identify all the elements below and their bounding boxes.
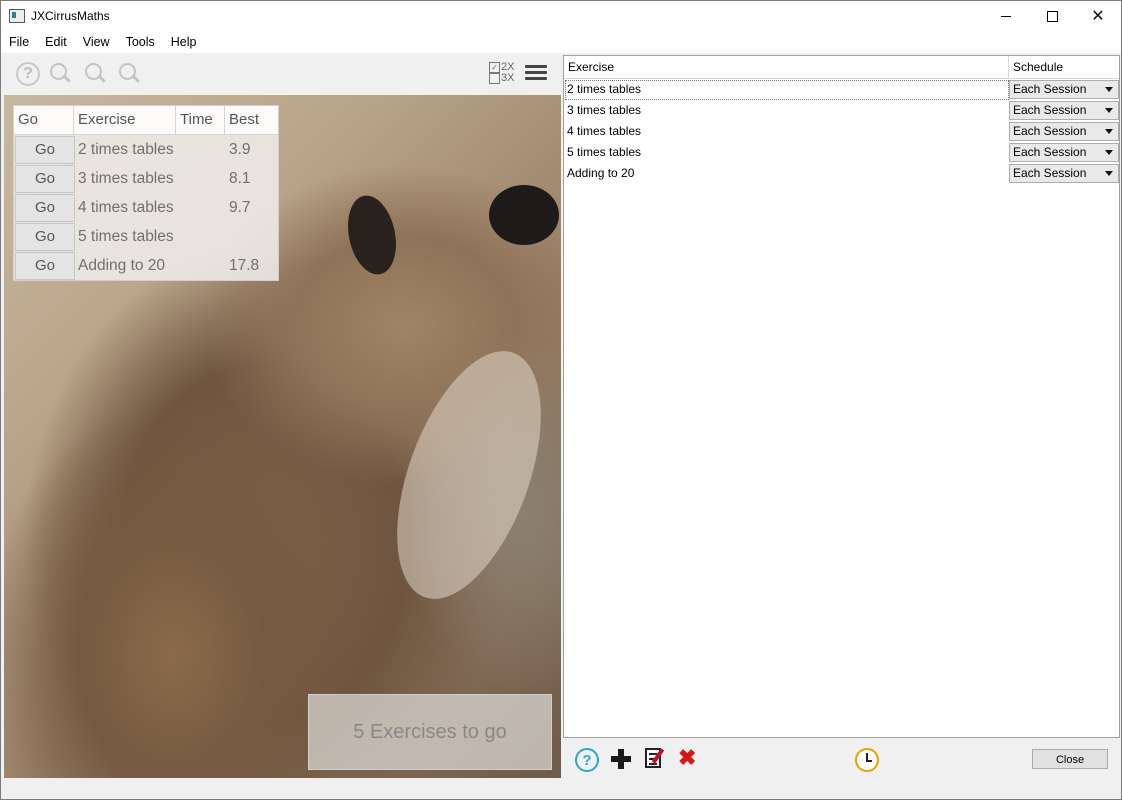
schedule-select[interactable]: Each Session xyxy=(1009,101,1119,120)
go-button[interactable]: Go xyxy=(15,165,75,193)
maximize-button[interactable] xyxy=(1029,1,1075,31)
exercise-name: 3 times tables xyxy=(78,170,174,187)
header-go: Go xyxy=(14,106,74,134)
minimize-button[interactable] xyxy=(983,1,1029,31)
dropdown-arrow-icon xyxy=(1105,108,1113,113)
table-row: Go Adding to 20 17.8 xyxy=(14,251,278,280)
menu-view[interactable]: View xyxy=(75,31,118,53)
close-button[interactable]: Close xyxy=(1032,749,1108,769)
exercise-name: Adding to 20 xyxy=(567,166,635,180)
schedule-select[interactable]: Each Session xyxy=(1009,80,1119,99)
header-time: Time xyxy=(176,106,225,134)
schedule-value: Each Session xyxy=(1013,103,1087,117)
go-button[interactable]: Go xyxy=(15,136,75,164)
exercises-remaining-status: 5 Exercises to go xyxy=(308,694,552,770)
exercise-name: 4 times tables xyxy=(567,124,642,138)
help-icon[interactable]: ? xyxy=(575,748,599,772)
close-icon: ✕ xyxy=(1091,8,1105,25)
clock-icon[interactable] xyxy=(855,748,879,772)
exercise-name: 5 times tables xyxy=(567,145,642,159)
dropdown-arrow-icon xyxy=(1105,150,1113,155)
zoom-icon[interactable] xyxy=(117,62,141,86)
checklist-label-2: 3X xyxy=(501,72,515,84)
add-icon[interactable] xyxy=(611,749,631,769)
zoom-icon[interactable] xyxy=(83,62,107,86)
dropdown-arrow-icon xyxy=(1105,129,1113,134)
maximize-icon xyxy=(1046,10,1058,22)
table-row[interactable]: 4 times tables Each Session xyxy=(564,121,1119,142)
exercise-table: Go Exercise Time Best Go 2 times tables … xyxy=(13,105,279,281)
schedule-value: Each Session xyxy=(1013,124,1087,138)
schedule-value: Each Session xyxy=(1013,82,1087,96)
table-row: Go 4 times tables 9.7 xyxy=(14,193,278,222)
exercise-name: 4 times tables xyxy=(78,199,174,216)
schedule-table-header: Exercise Schedule xyxy=(564,56,1119,79)
hamburger-menu-icon[interactable] xyxy=(525,65,547,81)
table-row[interactable]: Adding to 20 Each Session xyxy=(564,163,1119,184)
dropdown-arrow-icon xyxy=(1105,87,1113,92)
menu-file[interactable]: File xyxy=(1,31,37,53)
table-row: Go 5 times tables xyxy=(14,222,278,251)
table-row[interactable]: 3 times tables Each Session xyxy=(564,100,1119,121)
help-icon[interactable]: ? xyxy=(16,62,40,86)
exercise-name: Adding to 20 xyxy=(78,257,166,274)
delete-icon[interactable]: ✖ xyxy=(678,747,696,769)
schedule-select[interactable]: Each Session xyxy=(1009,143,1119,162)
edit-icon[interactable] xyxy=(645,748,665,768)
close-window-button[interactable]: ✕ xyxy=(1075,1,1121,31)
checklist-icon[interactable]: ✓ 2X 3X xyxy=(489,62,514,84)
menu-help[interactable]: Help xyxy=(163,31,205,53)
header-schedule: Schedule xyxy=(1013,60,1064,74)
best-time: 17.8 xyxy=(229,257,260,274)
table-row[interactable]: 5 times tables Each Session xyxy=(564,142,1119,163)
menu-tools[interactable]: Tools xyxy=(118,31,163,53)
exercise-table-header: Go Exercise Time Best xyxy=(14,106,278,135)
minimize-icon xyxy=(1001,15,1011,17)
schedule-select[interactable]: Each Session xyxy=(1009,122,1119,141)
app-icon xyxy=(9,9,25,23)
best-time: 3.9 xyxy=(229,141,251,158)
go-button[interactable]: Go xyxy=(15,252,75,280)
schedule-value: Each Session xyxy=(1013,166,1087,180)
exercise-name: 2 times tables xyxy=(567,82,642,96)
go-button[interactable]: Go xyxy=(15,194,75,222)
window-title: JXCirrusMaths xyxy=(31,9,110,23)
exercise-name: 5 times tables xyxy=(78,228,174,245)
header-exercise: Exercise xyxy=(564,56,1009,78)
exercise-name: 3 times tables xyxy=(567,103,642,117)
exercise-name: 2 times tables xyxy=(78,141,174,158)
exercise-toolbar: ? ✓ 2X 3X xyxy=(1,53,561,94)
table-row: Go 3 times tables 8.1 xyxy=(14,164,278,193)
schedule-value: Each Session xyxy=(1013,145,1087,159)
app-window: JXCirrusMaths ✕ File Edit View Tools Hel… xyxy=(0,0,1122,800)
title-bar: JXCirrusMaths ✕ xyxy=(1,1,1121,31)
schedule-toolbar: ? ✖ Close xyxy=(563,739,1121,779)
menu-edit[interactable]: Edit xyxy=(37,31,75,53)
table-row: Go 2 times tables 3.9 xyxy=(14,135,278,164)
header-best: Best xyxy=(229,111,260,128)
best-time: 9.7 xyxy=(229,199,251,216)
dropdown-arrow-icon xyxy=(1105,171,1113,176)
table-row[interactable]: 2 times tables Each Session xyxy=(564,79,1119,100)
header-exercise: Exercise xyxy=(74,106,176,134)
zoom-icon[interactable] xyxy=(48,62,72,86)
best-time: 8.1 xyxy=(229,170,251,187)
schedule-select[interactable]: Each Session xyxy=(1009,164,1119,183)
go-button[interactable]: Go xyxy=(15,223,75,251)
menu-bar: File Edit View Tools Help xyxy=(1,31,1121,53)
schedule-table: Exercise Schedule 2 times tables Each Se… xyxy=(563,55,1120,738)
